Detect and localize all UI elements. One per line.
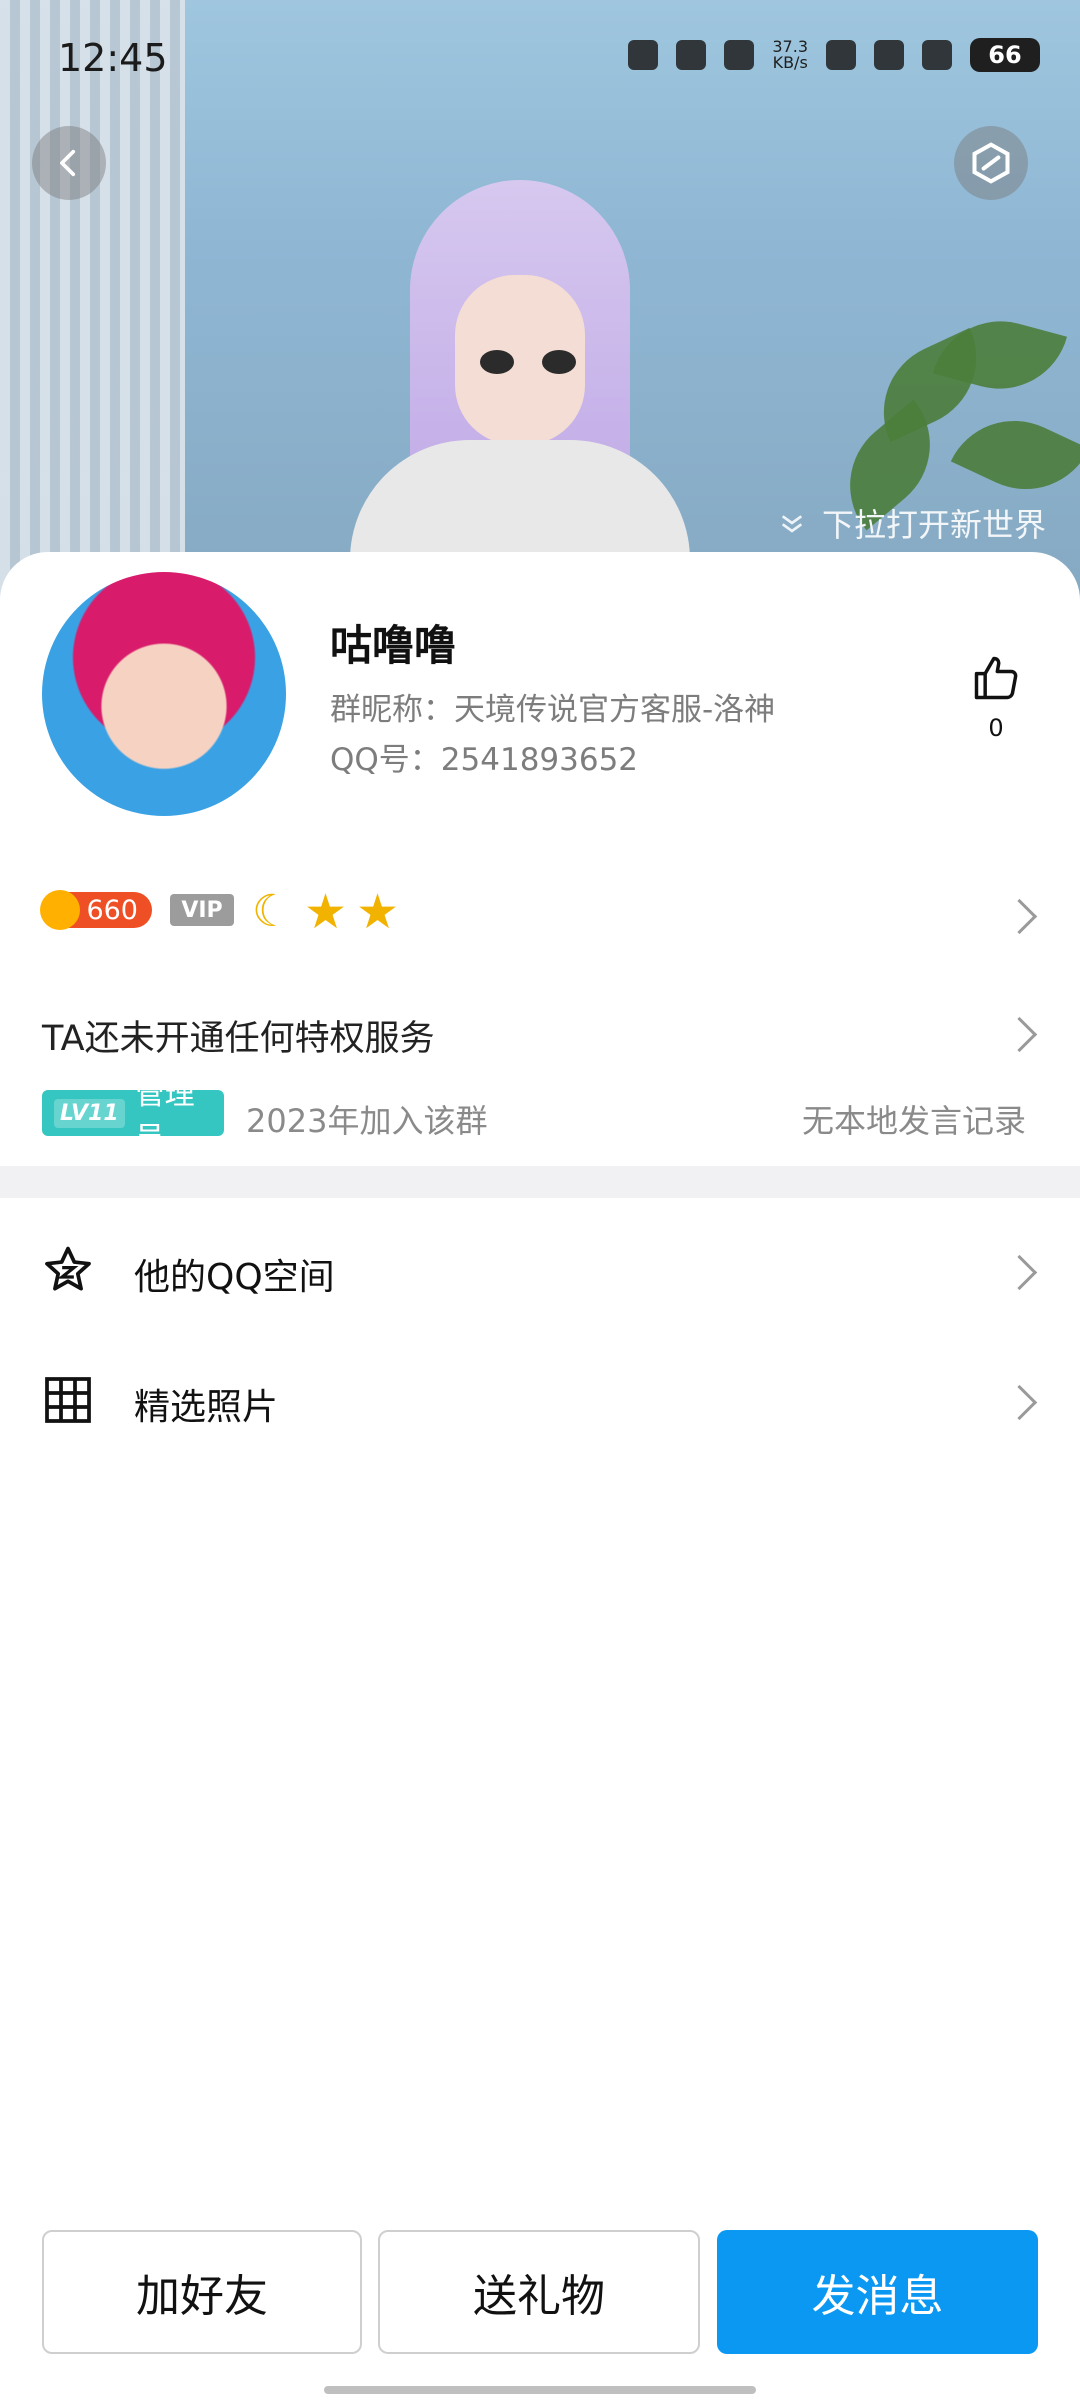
hd-icon (826, 40, 856, 70)
qq-number: QQ号：2541893652 (330, 742, 639, 778)
avatar-3d-character (330, 140, 710, 610)
section-divider (0, 1166, 1080, 1198)
coin-value: 660 (86, 894, 138, 926)
status-icons: 37.3 KB/s 66 (628, 38, 1040, 72)
chevron-left-icon (60, 149, 76, 177)
moon-icon: ☾ (252, 886, 292, 937)
group-nickname: 群昵称：天境传说官方客服-洛神 (330, 692, 776, 728)
network-speed: 37.3 KB/s (772, 37, 808, 72)
vibrate-icon (676, 40, 707, 70)
privilege-row[interactable]: TA还未开通任何特权服务 (0, 992, 1080, 1072)
profile-card: 咕噜噜 群昵称：天境传说官方客服-洛神 QQ号：2541893652 0 660… (0, 552, 1080, 2400)
grid-icon (45, 1377, 91, 1423)
qzone-row[interactable]: 他的QQ空间 (0, 1212, 1080, 1332)
chevron-right-icon (1001, 898, 1038, 935)
joined-year: 2023年加入该群 (246, 1102, 488, 1140)
profile-avatar[interactable] (42, 572, 286, 816)
back-button[interactable] (32, 126, 106, 200)
star-icon: ★ (356, 884, 400, 940)
like-button[interactable]: 0 (960, 652, 1032, 742)
character-eye-left (480, 350, 514, 374)
badge-row[interactable]: 660 VIP ☾ ★ ★ (0, 882, 1080, 942)
chevron-right-icon (1001, 1254, 1038, 1291)
signal-5g-icon (874, 40, 904, 70)
chat-record-status: 无本地发言记录 (801, 1102, 1026, 1140)
status-bar: 12:45 37.3 KB/s 66 (0, 0, 1080, 120)
character-eye-right (542, 350, 576, 374)
member-level: LV11 (54, 1098, 125, 1128)
double-chevron-down-icon (781, 515, 803, 533)
profile-hero-banner: 12:45 37.3 KB/s 66 下拉打开新世界 (0, 0, 1080, 610)
status-time: 12:45 (58, 36, 168, 80)
profile-name: 咕噜噜 (330, 621, 457, 670)
send-gift-button[interactable]: 送礼物 (378, 2230, 700, 2354)
coin-badge: 660 (40, 890, 152, 930)
group-meta-row: LV11 管理员 2023年加入该群 无本地发言记录 (0, 1077, 1080, 1156)
wifi-icon (922, 40, 952, 70)
bottom-action-bar: 加好友 送礼物 发消息 (0, 2230, 1080, 2360)
alarm-icon (628, 40, 659, 70)
member-role: 管理员 (134, 1077, 195, 1156)
pull-hint-text: 下拉打开新世界 (821, 506, 1046, 544)
home-indicator[interactable] (324, 2386, 756, 2394)
pull-to-open-hint[interactable]: 下拉打开新世界 (776, 500, 1046, 546)
admin-level-badge: LV11 管理员 (42, 1077, 224, 1156)
world-button[interactable] (954, 126, 1028, 200)
leaf (950, 397, 1080, 513)
privilege-text: TA还未开通任何特权服务 (42, 1019, 435, 1059)
photos-row[interactable]: 精选照片 (0, 1342, 1080, 1462)
send-message-button[interactable]: 发消息 (717, 2230, 1038, 2354)
add-friend-button[interactable]: 加好友 (42, 2230, 362, 2354)
star-icon: ★ (304, 884, 348, 940)
photos-label: 精选照片 (134, 1387, 279, 1428)
chevron-right-icon (1001, 1384, 1038, 1421)
star-outline-icon (45, 1246, 91, 1291)
like-count: 0 (988, 714, 1004, 742)
bluetooth-icon (724, 40, 755, 70)
vip-badge: VIP (170, 894, 234, 926)
qzone-label: 他的QQ空间 (134, 1257, 335, 1298)
hexagon-icon (972, 142, 1010, 184)
chevron-right-icon (1001, 1016, 1038, 1053)
thumbs-up-icon (974, 656, 1018, 700)
battery-indicator: 66 (970, 38, 1040, 72)
